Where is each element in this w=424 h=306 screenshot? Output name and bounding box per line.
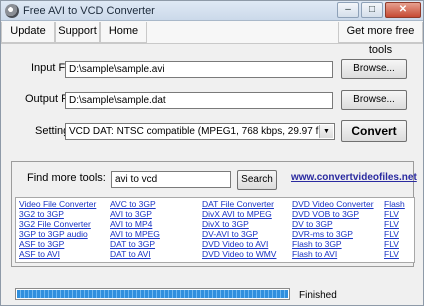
tool-link[interactable]: ASF to AVI — [19, 249, 60, 259]
maximize-button[interactable]: □ — [361, 2, 383, 18]
tool-link[interactable]: FLV — [384, 209, 399, 219]
menu-bar: Update Support Home Get more free tools — [1, 21, 423, 56]
tool-link[interactable]: DVR-ms to 3GP — [292, 229, 353, 239]
tool-link[interactable]: Flash to 3GP — [292, 239, 342, 249]
window-title: Free AVI to VCD Converter — [23, 5, 155, 17]
input-browse-button[interactable]: Browse... — [341, 59, 407, 79]
tool-link[interactable]: 3GP to 3GP audio — [19, 229, 88, 239]
output-file-field[interactable]: D:\sample\sample.dat — [65, 92, 333, 109]
tool-link[interactable]: DivX AVI to MPEG — [202, 209, 272, 219]
settings-select[interactable]: VCD DAT: NTSC compatible (MPEG1, 768 kbp… — [65, 123, 335, 140]
tool-link[interactable]: FLV — [384, 219, 399, 229]
tool-links-list: Video File Converter 3G2 to 3GP 3G2 File C… — [15, 197, 415, 263]
tool-link[interactable]: DivX to 3GP — [202, 219, 249, 229]
tool-link[interactable]: AVC to 3GP — [110, 199, 156, 209]
tool-link[interactable]: 3G2 to 3GP — [19, 209, 64, 219]
more-tools-button[interactable]: Get more free tools — [338, 22, 423, 56]
website-link[interactable]: www.convertvideofiles.net — [291, 172, 417, 183]
status-text: Finished — [299, 290, 337, 301]
progress-bar — [15, 288, 290, 300]
close-button[interactable]: ✕ — [385, 2, 421, 18]
app-window: Free AVI to VCD Converter – □ ✕ Update S… — [0, 0, 424, 306]
tool-link[interactable]: DVD Video to WMV — [202, 249, 276, 259]
tool-link[interactable]: AVI to 3GP — [110, 209, 152, 219]
tool-link[interactable]: Video File Converter — [19, 199, 96, 209]
window-controls: – □ ✕ — [337, 2, 421, 18]
tool-link[interactable]: DAT to AVI — [110, 249, 151, 259]
dropdown-arrow-icon[interactable]: ▼ — [319, 125, 333, 138]
tool-link[interactable]: 3G2 File Converter — [19, 219, 91, 229]
search-button[interactable]: Search — [237, 170, 277, 190]
tool-link[interactable]: ASF to 3GP — [19, 239, 64, 249]
title-bar[interactable]: Free AVI to VCD Converter – □ ✕ — [1, 1, 423, 21]
search-input[interactable]: avi to vcd — [111, 171, 231, 188]
tool-link[interactable]: DVD Video Converter — [292, 199, 374, 209]
tool-link[interactable]: AVI to MPEG — [110, 229, 160, 239]
tool-link[interactable]: FLV — [384, 249, 399, 259]
convert-button[interactable]: Convert — [341, 120, 407, 142]
tool-link[interactable]: Flash — [384, 199, 405, 209]
support-button[interactable]: Support — [55, 22, 100, 43]
output-browse-button[interactable]: Browse... — [341, 90, 407, 110]
tool-link[interactable]: Flash to AVI — [292, 249, 337, 259]
tool-link[interactable]: DAT File Converter — [202, 199, 274, 209]
home-button[interactable]: Home — [100, 22, 147, 43]
tool-link[interactable]: DV to 3GP — [292, 219, 333, 229]
minimize-button[interactable]: – — [337, 2, 359, 18]
progress-fill — [17, 290, 288, 298]
tool-link[interactable]: FLV — [384, 229, 399, 239]
settings-value: VCD DAT: NTSC compatible (MPEG1, 768 kbp… — [69, 126, 334, 137]
tool-link[interactable]: DAT to 3GP — [110, 239, 155, 249]
tool-link[interactable]: AVI to MP4 — [110, 219, 152, 229]
tool-link[interactable]: DV-AVI to 3GP — [202, 229, 258, 239]
tool-link[interactable]: DVD VOB to 3GP — [292, 209, 359, 219]
tool-link[interactable]: DVD Video to AVI — [202, 239, 268, 249]
update-button[interactable]: Update — [1, 22, 55, 43]
input-file-field[interactable]: D:\sample\sample.avi — [65, 61, 333, 78]
find-tools-label: Find more tools: — [27, 172, 106, 184]
app-disc-icon — [5, 4, 19, 18]
tool-link[interactable]: FLV — [384, 239, 399, 249]
